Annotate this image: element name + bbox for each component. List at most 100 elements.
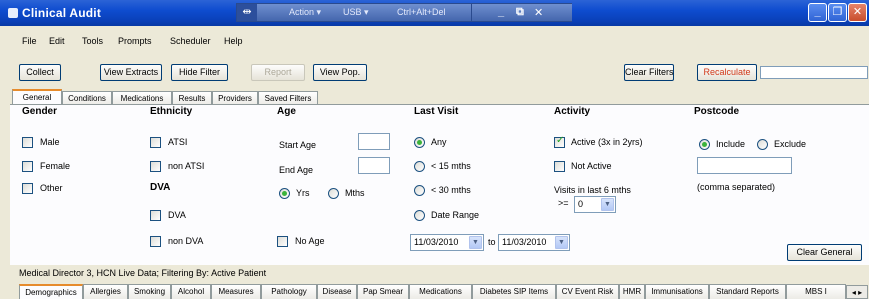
- remote-desktop-controls: _ ⧉ ✕: [472, 3, 572, 22]
- postcode-heading: Postcode: [694, 106, 740, 117]
- male-checkbox[interactable]: [22, 137, 33, 148]
- usb-menu[interactable]: USB ▾: [343, 7, 369, 18]
- start-age-label: Start Age: [279, 140, 317, 150]
- view-pop-button[interactable]: View Pop.: [313, 64, 367, 81]
- lt-15-mths-radio[interactable]: [414, 161, 425, 172]
- tab-alcohol[interactable]: Alcohol: [171, 284, 211, 299]
- rd-restore-icon[interactable]: ⧉: [516, 6, 524, 19]
- tab-providers[interactable]: Providers: [212, 91, 258, 105]
- recalculate-button[interactable]: Recalculate: [697, 64, 757, 81]
- visits-value: 0: [578, 199, 584, 209]
- yrs-radio[interactable]: [279, 188, 290, 199]
- postcode-input[interactable]: [697, 157, 792, 174]
- date-range-label: Date Range: [431, 210, 480, 220]
- ctrl-alt-del-button[interactable]: Ctrl+Alt+Del: [397, 7, 446, 17]
- chevron-down-icon[interactable]: ▼: [469, 236, 482, 249]
- active-checkbox[interactable]: [554, 135, 565, 148]
- collect-button[interactable]: Collect: [19, 64, 61, 81]
- title-bar: Clinical Audit ⇹ Action ▾ USB ▾ Ctrl+Alt…: [0, 0, 869, 26]
- tab-mbs[interactable]: MBS I: [786, 284, 846, 299]
- visits-operator: >=: [558, 198, 569, 208]
- tab-measures[interactable]: Measures: [211, 284, 261, 299]
- tab-hmr[interactable]: HMR: [619, 284, 645, 299]
- hide-filter-button[interactable]: Hide Filter: [171, 64, 228, 81]
- window-title: Clinical Audit: [8, 6, 101, 20]
- female-label: Female: [40, 161, 71, 171]
- action-menu[interactable]: Action ▾: [289, 7, 321, 18]
- from-date-value: 11/03/2010: [414, 237, 459, 247]
- not-active-checkbox[interactable]: [554, 161, 565, 172]
- progress-bar: [760, 66, 868, 79]
- mths-radio[interactable]: [328, 188, 339, 199]
- remote-desktop-bar: ⇹ Action ▾ USB ▾ Ctrl+Alt+Del: [236, 3, 472, 22]
- tab-cv-event-risk[interactable]: CV Event Risk: [556, 284, 619, 299]
- include-label: Include: [716, 139, 746, 149]
- pin-icon[interactable]: ⇹: [237, 4, 257, 21]
- last-visit-heading: Last Visit: [414, 106, 459, 117]
- no-age-checkbox[interactable]: [277, 236, 288, 247]
- from-date-picker[interactable]: 11/03/2010 ▼: [410, 234, 484, 251]
- tab-diabetes-sip-items[interactable]: Diabetes SIP Items: [472, 284, 556, 299]
- chevron-down-icon[interactable]: ▼: [601, 198, 614, 211]
- tab-pap-smear[interactable]: Pap Smear: [357, 284, 409, 299]
- tab-smoking[interactable]: Smoking: [128, 284, 171, 299]
- menu-tools[interactable]: Tools: [82, 36, 103, 46]
- minimize-button[interactable]: _: [808, 3, 827, 22]
- close-button[interactable]: ✕: [848, 3, 867, 22]
- not-active-label: Not Active: [571, 161, 612, 171]
- visits-select[interactable]: 0 ▼: [574, 196, 616, 213]
- tab-saved-filters[interactable]: Saved Filters: [258, 91, 318, 105]
- non-atsi-checkbox[interactable]: [150, 161, 161, 172]
- tab-scroll-arrows[interactable]: ◂ ▸: [846, 285, 868, 299]
- menu-help[interactable]: Help: [224, 36, 243, 46]
- rd-close-icon[interactable]: ✕: [534, 6, 543, 19]
- app-icon: [8, 8, 18, 18]
- non-dva-checkbox[interactable]: [150, 236, 161, 247]
- other-label: Other: [40, 183, 63, 193]
- tab-medications[interactable]: Medications: [112, 91, 172, 105]
- activity-heading: Activity: [554, 106, 591, 117]
- end-age-input[interactable]: [358, 157, 390, 174]
- male-label: Male: [40, 137, 60, 147]
- tab-standard-reports[interactable]: Standard Reports: [709, 284, 786, 299]
- lt-15-mths-label: < 15 mths: [431, 161, 471, 171]
- to-date-picker[interactable]: 11/03/2010 ▼: [498, 234, 570, 251]
- rd-minimize-icon[interactable]: _: [498, 6, 504, 18]
- chevron-down-icon[interactable]: ▼: [555, 236, 568, 249]
- clear-general-button[interactable]: Clear General: [787, 244, 862, 261]
- other-checkbox[interactable]: [22, 183, 33, 194]
- tab-results[interactable]: Results: [172, 91, 212, 105]
- visits-label: Visits in last 6 mths: [554, 185, 631, 195]
- exclude-label: Exclude: [774, 139, 807, 149]
- exclude-radio[interactable]: [757, 139, 768, 150]
- include-radio[interactable]: [699, 139, 710, 150]
- female-checkbox[interactable]: [22, 161, 33, 172]
- tab-pathology[interactable]: Pathology: [261, 284, 317, 299]
- menu-file[interactable]: File: [22, 36, 37, 46]
- date-range-radio[interactable]: [414, 210, 425, 221]
- dva-checkbox[interactable]: [150, 210, 161, 221]
- menu-scheduler[interactable]: Scheduler: [170, 36, 211, 46]
- menu-prompts[interactable]: Prompts: [118, 36, 152, 46]
- any-radio[interactable]: [414, 137, 425, 148]
- report-button[interactable]: Report: [251, 64, 305, 81]
- tab-disease[interactable]: Disease: [317, 284, 357, 299]
- lt-30-mths-radio[interactable]: [414, 185, 425, 196]
- dva-heading: DVA: [150, 182, 171, 193]
- any-label: Any: [431, 137, 447, 147]
- maximize-button[interactable]: ❐: [828, 3, 847, 22]
- view-extracts-button[interactable]: View Extracts: [100, 64, 162, 81]
- tab-immunisations[interactable]: Immunisations: [645, 284, 709, 299]
- tab-medications-bottom[interactable]: Medications: [409, 284, 472, 299]
- active-label: Active (3x in 2yrs): [571, 137, 643, 147]
- menu-edit[interactable]: Edit: [49, 36, 65, 46]
- tab-conditions[interactable]: Conditions: [62, 91, 112, 105]
- start-age-input[interactable]: [358, 133, 390, 150]
- lt-30-mths-label: < 30 mths: [431, 185, 471, 195]
- clear-filters-button[interactable]: Clear Filters: [624, 64, 674, 81]
- atsi-checkbox[interactable]: [150, 137, 161, 148]
- atsi-label: ATSI: [168, 137, 188, 147]
- tab-allergies[interactable]: Allergies: [83, 284, 128, 299]
- mths-label: Mths: [345, 188, 365, 198]
- tab-demographics[interactable]: Demographics: [19, 284, 83, 299]
